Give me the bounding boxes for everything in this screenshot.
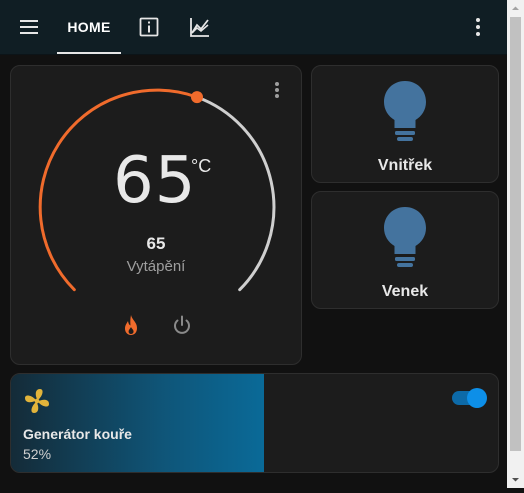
info-icon[interactable]: [137, 15, 161, 39]
flame-icon[interactable]: [121, 314, 141, 336]
menu-icon[interactable]: [17, 15, 41, 39]
fan-toggle[interactable]: [451, 388, 487, 408]
fan-percentage: 52%: [23, 446, 52, 462]
lightbulb-icon: [382, 205, 428, 269]
fan-name: Generátor kouře: [23, 426, 132, 442]
light-name: Venek: [381, 283, 429, 300]
app: HOME 65 °C 65 Vytápění Vnitřek Venek Gen…: [0, 0, 507, 488]
current-temperature: 65: [113, 144, 197, 218]
power-icon[interactable]: [172, 314, 192, 336]
dial-setpoint-handle[interactable]: [191, 91, 203, 104]
fan-card[interactable]: Generátor kouře 52%: [10, 373, 499, 473]
scroll-down-arrow-icon[interactable]: [507, 471, 524, 488]
light-name: Vnitřek: [377, 157, 433, 174]
lightbulb-icon: [382, 79, 428, 143]
tab-active-indicator: [57, 52, 121, 54]
hvac-mode-label: Vytápění: [126, 258, 186, 275]
more-vert-icon[interactable]: [466, 15, 490, 39]
fan-icon: [23, 387, 51, 415]
tab-home-label: HOME: [67, 19, 111, 35]
tab-home[interactable]: HOME: [57, 0, 121, 54]
light-card-vnitrek[interactable]: Vnitřek: [311, 65, 499, 183]
light-card-venek[interactable]: Venek: [311, 191, 499, 309]
history-chart-icon[interactable]: [188, 15, 212, 39]
thermostat-card: 65 °C 65 Vytápění: [10, 65, 302, 365]
scroll-up-arrow-icon[interactable]: [507, 0, 524, 17]
top-app-bar: HOME: [0, 0, 507, 55]
target-temperature: 65: [146, 234, 166, 253]
card-more-icon[interactable]: [273, 80, 281, 100]
temperature-unit: °C: [191, 156, 212, 176]
scrollbar-thumb[interactable]: [510, 17, 521, 451]
